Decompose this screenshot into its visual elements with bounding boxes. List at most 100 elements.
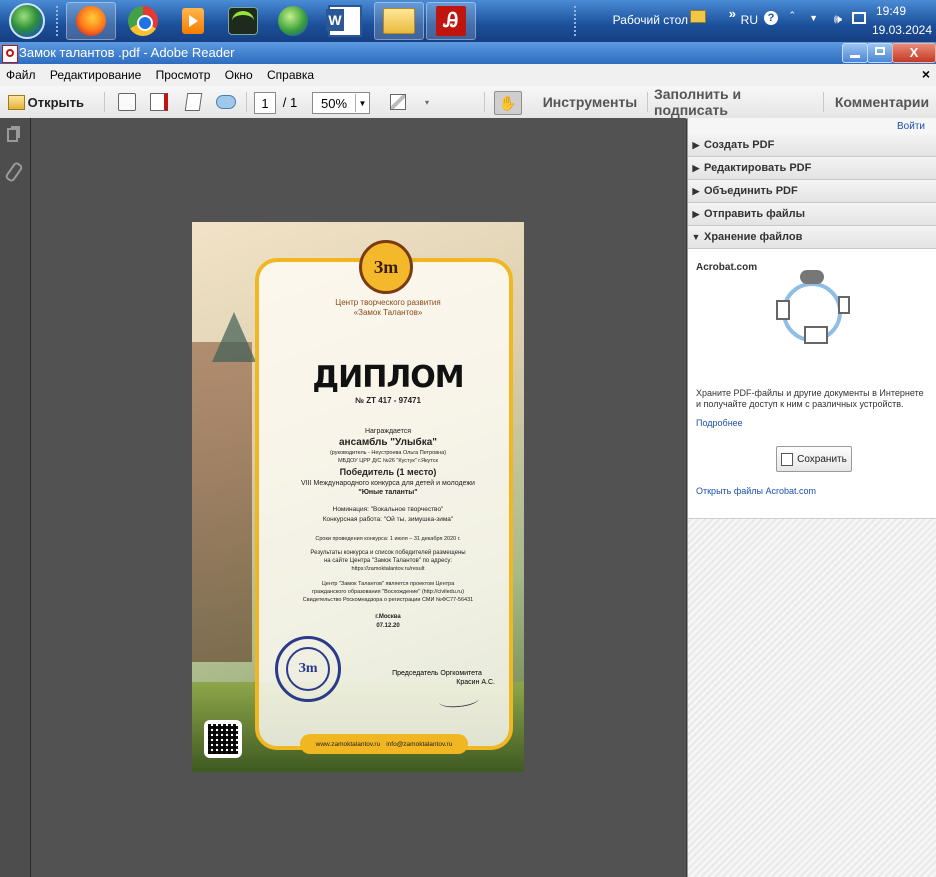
open-button-label: Открыть xyxy=(27,94,84,110)
firefox-icon[interactable] xyxy=(66,2,116,40)
school-line: МБДОУ ЦРР Д/С №26 "Кустук" г.Якутск xyxy=(338,458,438,464)
attachment-paperclip-icon[interactable] xyxy=(4,160,24,184)
org-line-1: Центр творческого развития xyxy=(335,298,441,307)
word-icon[interactable]: W xyxy=(320,2,370,40)
minimize-button[interactable] xyxy=(842,43,868,63)
close-document-button[interactable]: × xyxy=(922,66,930,82)
diploma-title: ДИПЛОМ xyxy=(312,360,464,395)
window-close-button[interactable]: X xyxy=(892,43,936,63)
castle-roof-illustration xyxy=(212,312,256,362)
open-acrobat-files-link[interactable]: Открыть файлы Acrobat.com xyxy=(696,486,816,496)
help-icon[interactable]: ? xyxy=(764,11,778,25)
place-line: Победитель (1 место) xyxy=(339,467,437,477)
comments-tab[interactable]: Комментарии xyxy=(832,91,932,113)
qr-code xyxy=(204,720,242,758)
expand-arrow-icon: ▶ xyxy=(692,162,700,173)
folder-icon[interactable] xyxy=(374,2,424,40)
menu-help[interactable]: Справка xyxy=(261,64,319,82)
network-meter-icon[interactable] xyxy=(218,2,268,40)
edit-sign-icon[interactable] xyxy=(182,91,204,113)
dates-line: Сроки проведения конкурса: 1 июля – 31 д… xyxy=(315,536,461,542)
window-titlebar[interactable]: Замок талантов .pdf - Adobe Reader X xyxy=(0,42,936,64)
chevron-down-icon[interactable]: ▼ xyxy=(354,94,369,112)
browser-globe-icon[interactable] xyxy=(268,2,318,40)
print-icon[interactable] xyxy=(116,91,138,113)
start-orb-icon[interactable] xyxy=(2,2,52,40)
castle-tower-illustration xyxy=(192,342,252,662)
chrome-icon[interactable] xyxy=(118,2,168,40)
section-label: Объединить PDF xyxy=(704,185,798,197)
expand-arrow-icon: ▶ xyxy=(692,139,700,150)
acrobat-icon[interactable]: Ꭿ xyxy=(426,2,476,40)
section-create-pdf[interactable]: ▶ Создать PDF xyxy=(688,134,936,157)
section-send-files[interactable]: ▶ Отправить файлы xyxy=(688,203,936,226)
clock-date[interactable]: 19.03.2024 xyxy=(872,23,932,37)
city-line: г.Москва xyxy=(375,614,401,620)
network-icon[interactable] xyxy=(852,12,866,24)
section-combine-pdf[interactable]: ▶ Объединить PDF xyxy=(688,180,936,203)
results-line-3: https://zamoktalantov.ru/result xyxy=(351,566,425,572)
section-file-storage[interactable]: ▼ Хранение файлов xyxy=(688,226,936,249)
section-label: Отправить файлы xyxy=(704,208,806,220)
seal-logo: Зm xyxy=(286,647,330,691)
zoom-select[interactable]: 50% ▼ xyxy=(312,92,370,114)
toolbar-divider xyxy=(823,92,824,112)
panel-heading: Acrobat.com xyxy=(696,262,758,273)
chair-line-1: Председатель Оргкомитета xyxy=(392,670,482,677)
nomination-line: Номинация: "Вокальное творчество" xyxy=(332,506,444,513)
panel-description: Храните PDF-файлы и другие документы в И… xyxy=(696,388,924,409)
window-title: Замок талантов .pdf - Adobe Reader xyxy=(19,45,235,60)
zoom-value: 50% xyxy=(321,95,348,111)
taskbar-grip xyxy=(56,6,64,36)
tools-tab[interactable]: Инструменты xyxy=(540,91,640,113)
toolbar-divider xyxy=(484,92,485,112)
page-total: / 1 xyxy=(282,94,298,110)
cloud-upload-icon[interactable] xyxy=(214,91,238,113)
email-link[interactable]: info@zamoktalantov.ru xyxy=(386,741,452,748)
menu-edit[interactable]: Редактирование xyxy=(44,64,146,82)
language-indicator[interactable]: RU xyxy=(741,13,758,27)
cloud-sync-icon xyxy=(776,270,850,344)
open-button[interactable]: Открыть xyxy=(8,91,84,113)
media-player-icon[interactable] xyxy=(168,2,218,40)
learn-more-link[interactable]: Подробнее xyxy=(696,418,743,428)
create-pdf-icon[interactable] xyxy=(148,91,170,113)
save-button[interactable]: Сохранить xyxy=(776,446,852,472)
login-link[interactable]: Войти xyxy=(897,121,925,132)
open-folder-icon xyxy=(8,94,25,110)
clock-time[interactable]: 19:49 xyxy=(876,4,906,18)
awarded-label: Награждается xyxy=(364,428,412,435)
diploma-number: № ZT 417 - 97471 xyxy=(355,396,421,405)
toolbar-divider xyxy=(104,92,105,112)
leader-line: (руководитель - Неустроева Ольга Петровн… xyxy=(329,450,447,456)
tools-pane: Войти ▶ Создать PDF ▶ Редактировать PDF ▶ О… xyxy=(687,118,936,877)
menu-file[interactable]: Файл xyxy=(0,64,41,82)
section-edit-pdf[interactable]: ▶ Редактировать PDF xyxy=(688,157,936,180)
toolbar-more-icon[interactable]: ▾ xyxy=(420,91,434,113)
save-button-label: Сохранить xyxy=(797,453,847,465)
tray-dropdown-icon[interactable]: ▼ xyxy=(809,13,818,23)
page-number-input[interactable]: 1 xyxy=(254,92,276,114)
website-link[interactable]: www.zamoktalantov.ru xyxy=(316,741,381,748)
maximize-button[interactable] xyxy=(867,43,893,63)
castle-logo: Зm xyxy=(359,240,413,294)
expand-arrow-icon: ▶ xyxy=(692,185,700,196)
hand-tool-icon[interactable]: ✋ xyxy=(494,91,522,115)
pages-thumbnail-icon[interactable] xyxy=(7,128,18,142)
menu-bar: Файл Редактирование Просмотр Окно Справк… xyxy=(0,64,936,87)
desktop-toolbar-label[interactable]: Рабочий стол xyxy=(613,13,688,27)
word-icon-letter: W xyxy=(326,9,344,31)
fill-sign-tab[interactable]: Заполнить и подписать xyxy=(654,86,816,118)
menu-window[interactable]: Окно xyxy=(219,64,258,82)
date-line: 07.12.20 xyxy=(376,623,400,629)
work-line: Конкурсная работа: "Ой ты, зимушка-зима" xyxy=(322,516,454,523)
chevron-right-icon[interactable]: » xyxy=(729,6,736,21)
recipient-name: ансамбль "Улыбка" xyxy=(338,437,438,448)
contest-line-1: VIII Международного конкурса для детей и… xyxy=(301,480,475,487)
volume-icon[interactable]: 🕪 xyxy=(834,11,842,27)
input-options-icon[interactable]: ⌃ xyxy=(788,10,796,21)
menu-view[interactable]: Просмотр xyxy=(150,64,216,82)
fit-page-icon[interactable] xyxy=(387,91,409,113)
tray-grip xyxy=(574,6,582,36)
collapse-arrow-icon: ▼ xyxy=(691,232,701,242)
